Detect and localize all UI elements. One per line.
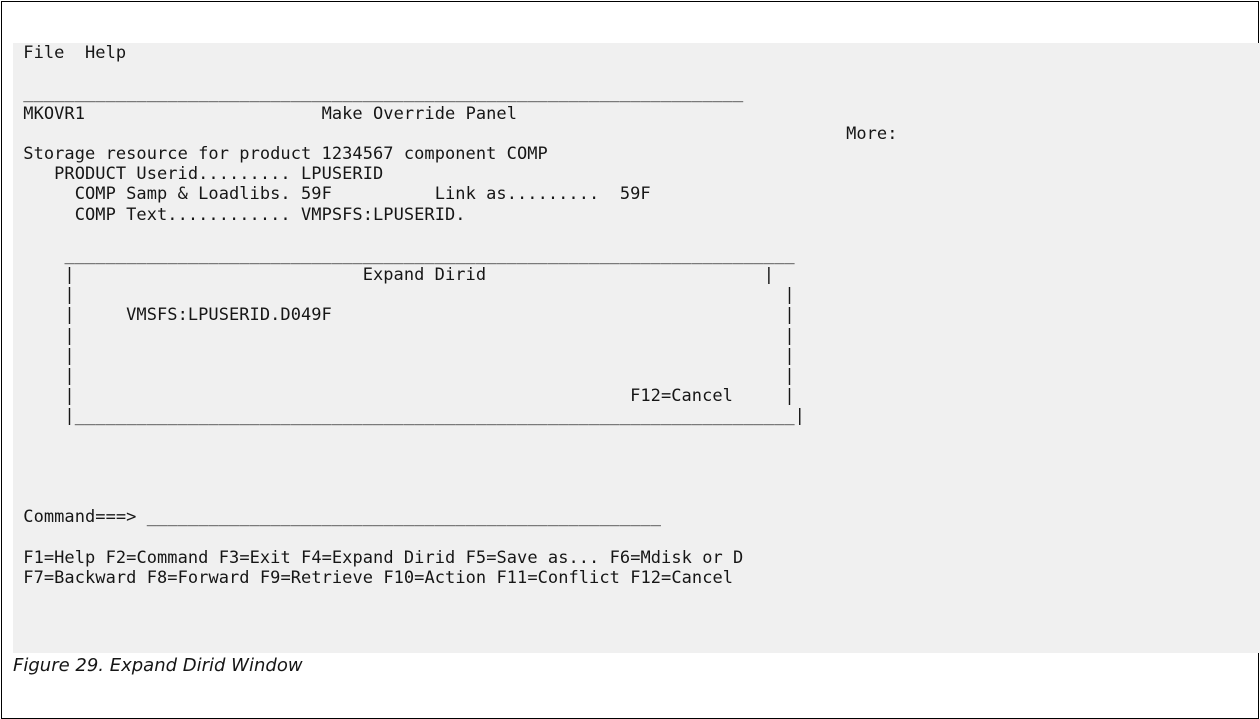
more-indicator: More:: [846, 123, 898, 144]
command-label: Command===>: [23, 507, 137, 528]
menu-file[interactable]: File: [23, 43, 64, 63]
command-input[interactable]: ________________________________________…: [147, 507, 661, 527]
comp-text-label: COMP Text............: [74, 204, 291, 225]
link-as-field[interactable]: 59F: [620, 184, 651, 204]
figure-caption: Figure 29. Expand Dirid Window: [13, 655, 303, 676]
popup-bottom-rule: ________________________________________…: [74, 406, 795, 427]
panel-header-rule: ________________________________________…: [23, 83, 744, 104]
terminal-screen: File Help ______________________________…: [13, 43, 1260, 653]
fkey-f3[interactable]: F3=Exit: [219, 548, 291, 568]
fkey-f2[interactable]: F2=Command: [106, 548, 209, 568]
fkey-f8[interactable]: F8=Forward: [147, 568, 250, 588]
fkey-f4[interactable]: F4=Expand Dirid: [301, 548, 455, 568]
fkey-f5[interactable]: F5=Save as...: [466, 548, 600, 568]
figure-frame: File Help ______________________________…: [1, 1, 1260, 719]
panel-title: Make Override Panel: [321, 103, 517, 124]
fkey-f11[interactable]: F11=Conflict: [496, 568, 619, 588]
storage-resource-text: Storage resource for product 1234567 com…: [23, 143, 548, 164]
popup-title: Expand Dirid: [362, 265, 487, 286]
comp-samp-field[interactable]: 59F: [301, 184, 332, 204]
link-as-label: Link as.........: [434, 184, 600, 205]
product-userid-field[interactable]: LPUSERID: [301, 164, 383, 184]
menu-help[interactable]: Help: [85, 43, 126, 63]
fkey-f12[interactable]: F12=Cancel: [630, 568, 733, 588]
dirid-value-field[interactable]: VMSFS:LPUSERID.D049F: [126, 305, 332, 325]
f12-cancel-key[interactable]: F12=Cancel: [630, 386, 733, 406]
product-userid-label: PRODUCT Userid.........: [54, 164, 291, 185]
popup-top-rule: ________________________________________…: [64, 244, 795, 265]
comp-text-field[interactable]: VMPSFS:LPUSERID.: [301, 205, 466, 225]
fkey-f10[interactable]: F10=Action: [383, 568, 486, 588]
fkey-f1[interactable]: F1=Help: [23, 548, 95, 568]
fkey-f7[interactable]: F7=Backward: [23, 568, 136, 588]
comp-samp-label: COMP Samp & Loadlibs.: [74, 184, 291, 205]
panel-id: MKOVR1: [23, 103, 86, 124]
fkey-f9[interactable]: F9=Retrieve: [260, 568, 373, 588]
terminal-text: File Help ______________________________…: [13, 43, 898, 588]
fkey-f6[interactable]: F6=Mdisk or D: [610, 548, 744, 568]
